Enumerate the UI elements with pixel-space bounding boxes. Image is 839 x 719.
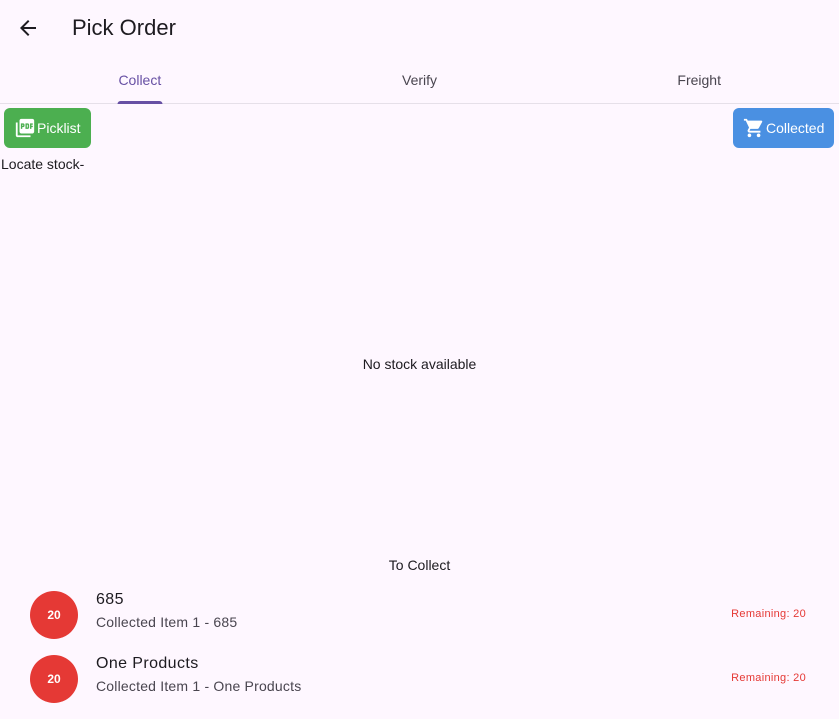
tab-freight[interactable]: Freight [559, 56, 839, 103]
to-collect-heading: To Collect [388, 557, 451, 573]
page-title: Pick Order [72, 15, 176, 40]
arrow-back-icon [20, 20, 36, 36]
back-button[interactable] [8, 8, 48, 48]
item-subtitle: Collected Item 1 - 685 [96, 614, 238, 630]
tab-verify[interactable]: Verify [280, 56, 560, 103]
remaining-count: Remaining: 20 [731, 672, 806, 684]
picklist-label: Picklist [37, 120, 81, 136]
quantity-badge: 20 [30, 655, 78, 703]
picklist-button[interactable]: Picklist [4, 108, 91, 148]
active-tab-indicator [117, 101, 163, 104]
quantity-badge: 20 [30, 591, 78, 639]
list-item[interactable]: 20 One Products Collected Item 1 - One P… [0, 647, 839, 711]
collected-button[interactable]: Collected [733, 108, 834, 148]
locate-stock-label: Locate stock- [1, 156, 85, 172]
pick-order-screen: Pick Order Collect Verify Freight Pickli… [0, 0, 839, 719]
collected-label: Collected [766, 120, 825, 136]
tab-collect[interactable]: Collect [0, 56, 280, 104]
tab-collect-label: Collect [118, 71, 162, 88]
tab-verify-label: Verify [402, 71, 438, 88]
app-bar: Pick Order [0, 0, 839, 56]
tab-freight-label: Freight [677, 71, 721, 88]
list-item[interactable]: 20 685 Collected Item 1 - 685 Remaining:… [0, 583, 839, 647]
shopping-cart-icon [743, 117, 765, 139]
remaining-count: Remaining: 20 [731, 608, 806, 620]
empty-stock-message: No stock available [362, 356, 477, 372]
item-title: 685 [96, 591, 124, 608]
item-title: One Products [96, 655, 199, 672]
item-subtitle: Collected Item 1 - One Products [96, 678, 302, 694]
tab-bar: Collect Verify Freight [0, 56, 839, 104]
pdf-icon [14, 117, 36, 139]
